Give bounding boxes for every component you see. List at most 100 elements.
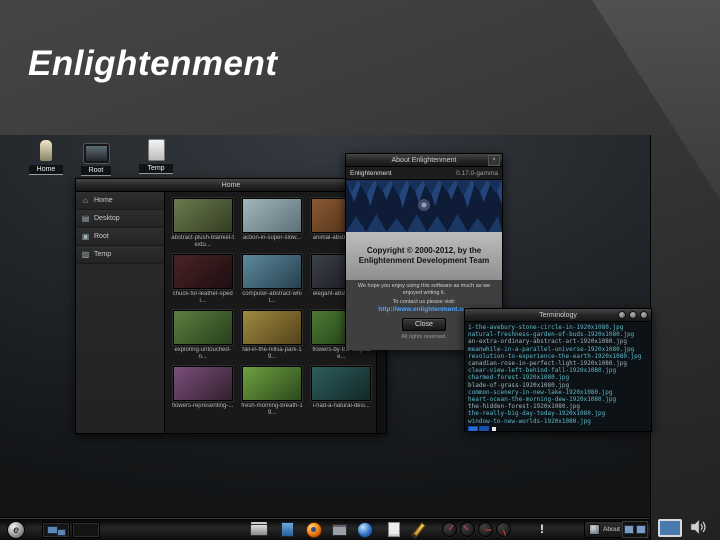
sidebar-item-label: Home [94, 197, 113, 204]
desktop-icon-root[interactable]: Root [66, 139, 126, 176]
folder-icon: ▨ [81, 250, 90, 259]
slide-title: Enlightenment [28, 44, 278, 83]
icon-tray[interactable] [622, 521, 648, 538]
sidebar-item-temp[interactable]: ▨ Temp [76, 246, 164, 264]
file-manager-sidebar: ⌂ Home ▤ Desktop ▣ Root ▨ Temp [76, 192, 165, 433]
copyright-text: Copyright © 2000-2012, by the Enlightenm… [346, 232, 502, 280]
sidebar-item-root[interactable]: ▣ Root [76, 228, 164, 246]
home-icon: ⌂ [83, 196, 88, 205]
file-thumbnail [241, 198, 302, 233]
terminal-line: 1-the-avebury-stone-circle-in-1920x1080.… [468, 324, 624, 331]
file-item[interactable]: exploring-untouched-n... [169, 310, 236, 364]
file-manager-titlebar[interactable]: Home [76, 179, 386, 192]
network-gauge-icon[interactable] [478, 522, 493, 537]
close-button[interactable]: Close [402, 317, 446, 331]
file-caption: abstract-plush-blanket-textu... [171, 235, 234, 248]
text-file-icon[interactable] [388, 522, 400, 537]
window-title: Terminology [539, 311, 577, 319]
terminal-titlebar[interactable]: Terminology [465, 309, 651, 322]
start-menu-button[interactable]: e [7, 521, 25, 539]
file-item[interactable]: fall-in-the-hillsa-park-19... [238, 310, 305, 364]
mixer-gauge-icon[interactable] [496, 522, 511, 537]
file-caption: flowers-representing-... [171, 403, 234, 409]
about-message: We hope you enjoy using this software as… [357, 283, 491, 296]
file-item[interactable]: action-in-super-slow... [238, 198, 305, 252]
terminal-line: charmed-forest-1920x1080.jpg [468, 374, 570, 382]
about-titlebar[interactable]: About Enlightenment × [346, 154, 502, 167]
desktop-icon-label: Home [28, 165, 64, 175]
terminal-line: meanwhile-in-a-parallel-universe-1920x10… [468, 345, 635, 353]
document-icon[interactable] [281, 522, 294, 537]
file-thumbnail [172, 366, 233, 401]
file-caption: i-had-a-natural-desi... [312, 403, 370, 409]
maximize-icon[interactable] [629, 311, 637, 319]
terminal-window[interactable]: Terminology 1-the-avebury-stone-circle-i… [464, 308, 652, 432]
file-manager-body: ⌂ Home ▤ Desktop ▣ Root ▨ Temp abstract-… [76, 192, 386, 433]
contact-text: To contact us please visit: [392, 298, 456, 305]
file-item[interactable]: computer-abstract-whit... [238, 254, 305, 308]
file-thumbnail [172, 310, 233, 345]
terminal-line: window-to-new-worlds-1920x1080.jpg [468, 417, 591, 425]
firefox-icon[interactable] [306, 522, 322, 538]
app-name: Enlightenment [350, 169, 392, 177]
pager-window [57, 529, 66, 536]
version-label: 0.17.0-gamma [456, 169, 498, 177]
pager-desktop-1[interactable] [42, 522, 70, 538]
sidebar-item-label: Temp [94, 251, 112, 258]
presentation-slide: Enlightenment Home Root Temp Home ⌂ Home… [0, 0, 720, 540]
root-icon [82, 143, 110, 164]
file-thumbnail [241, 254, 302, 289]
prompt-block-icon [468, 425, 478, 431]
file-item[interactable]: fresh-morning-breath-19... [238, 366, 305, 420]
terminal-prompt[interactable] [468, 425, 648, 431]
file-thumbnail [172, 254, 233, 289]
drive-icon: ▣ [81, 232, 90, 241]
file-caption: chuck-for-leather-spedi... [172, 291, 233, 304]
sidebar-item-desktop[interactable]: ▤ Desktop [76, 210, 164, 228]
desktop-screenshot[interactable]: Home Root Temp Home ⌂ Home ▤ Desktop ▣ R… [0, 135, 652, 540]
terminal-line: common-scenery-in-new-lake-1920x1080.jpg [468, 388, 613, 396]
file-caption: fall-in-the-hillsa-park-19... [242, 347, 302, 360]
sidebar-item-label: Root [94, 233, 109, 240]
tray-window-icon [636, 525, 646, 534]
speaker-icon[interactable] [690, 519, 708, 535]
file-item[interactable]: abstract-plush-blanket-textu... [169, 198, 236, 252]
file-item[interactable]: i-had-a-natural-desi... [308, 366, 375, 420]
file-thumbnail [311, 366, 372, 401]
window-buttons [618, 311, 648, 319]
window-manager-icon[interactable] [332, 524, 347, 536]
pager-desktop-2[interactable] [72, 522, 100, 538]
terminal-line: heart-ocean-the-morning-dew-1920x1080.jp… [468, 396, 617, 404]
file-caption: action-in-super-slow... [242, 235, 302, 241]
terminal-line: canadian-rose-in-perfect-light-1920x1080… [468, 360, 627, 368]
file-caption: exploring-untouched-n... [174, 347, 231, 360]
printer-icon[interactable] [250, 524, 268, 536]
prompt-block-icon [479, 425, 489, 431]
sidebar-item-home[interactable]: ⌂ Home [76, 192, 164, 210]
desktop-icon-label: Temp [139, 164, 173, 174]
file-item[interactable]: flowers-representing-... [169, 366, 236, 420]
pencil-icon[interactable] [411, 522, 426, 539]
window-title: About Enlightenment [391, 156, 457, 164]
warning-icon[interactable]: ! [540, 521, 544, 537]
file-thumbnail [172, 198, 233, 233]
media-preview-icon[interactable] [658, 519, 682, 537]
enlightenment-logo [346, 180, 502, 232]
terminal-line: the-hidden-forest-1920x1080.jpg [468, 403, 580, 411]
file-caption: computer-abstract-whit... [242, 291, 302, 304]
temperature-gauge-icon[interactable] [460, 522, 475, 537]
minimize-icon[interactable] [618, 311, 626, 319]
close-icon[interactable]: × [488, 155, 500, 166]
tray-window-icon [624, 525, 634, 534]
terminal-output[interactable]: 1-the-avebury-stone-circle-in-1920x1080.… [465, 322, 651, 431]
terminal-line: blade-of-grass-1920x1080.jpg [468, 381, 570, 389]
close-icon[interactable] [640, 311, 648, 319]
window-title: Home [221, 181, 241, 189]
globe-browser-icon[interactable] [357, 522, 373, 538]
terminal-line: natural-freshness-garden-of-buds-1920x10… [468, 331, 635, 339]
file-item[interactable]: chuck-for-leather-spedi... [169, 254, 236, 308]
file-thumbnail [241, 310, 302, 345]
file-manager-window[interactable]: Home ⌂ Home ▤ Desktop ▣ Root ▨ Temp abst… [75, 178, 387, 434]
cpu-gauge-icon[interactable] [442, 522, 457, 537]
desktop-icon-temp[interactable]: Temp [126, 139, 186, 174]
